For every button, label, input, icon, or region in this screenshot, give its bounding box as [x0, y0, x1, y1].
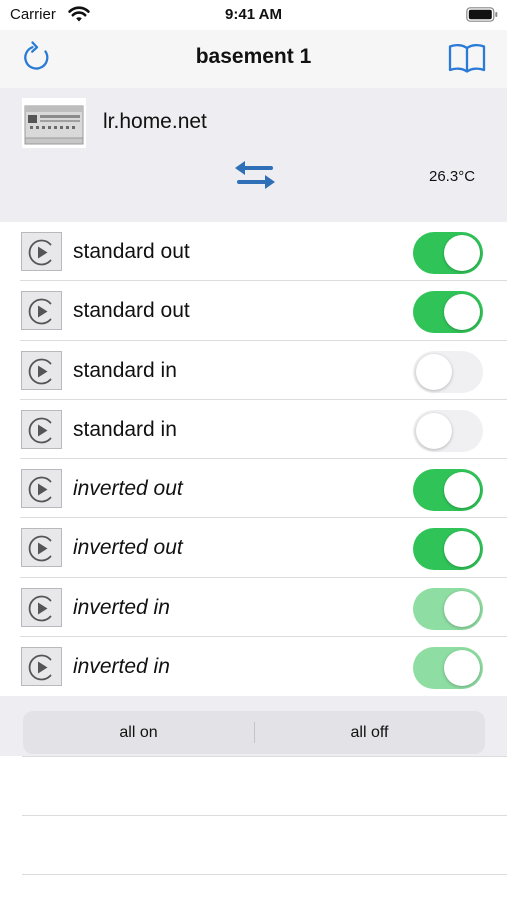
- switch-label: inverted out: [73, 536, 183, 560]
- play-circle-icon: [28, 358, 52, 384]
- all-off-button[interactable]: all off: [254, 711, 485, 754]
- switch-list: standard out standard out standard in stand…: [0, 222, 507, 696]
- play-circle-icon: [28, 595, 52, 622]
- switch-row: inverted in: [20, 637, 507, 696]
- switch-toggle[interactable]: [413, 647, 483, 690]
- play-button[interactable]: [21, 232, 62, 271]
- switch-knob: [444, 472, 480, 509]
- switch-row: inverted out: [20, 518, 507, 578]
- temperature-readout: 26.3°C: [429, 168, 476, 185]
- clock: 9:41 AM: [225, 6, 282, 23]
- switch-toggle[interactable]: [413, 409, 483, 452]
- switch-row: inverted in: [20, 578, 507, 638]
- switch-toggle[interactable]: [413, 291, 483, 334]
- switch-label: standard out: [73, 240, 190, 263]
- list-separator: [22, 815, 507, 816]
- switch-row: standard out: [20, 281, 507, 341]
- connection-arrows-icon: [235, 161, 275, 189]
- device-host: lr.home.net: [103, 110, 207, 133]
- play-circle-icon: [28, 476, 52, 503]
- play-button[interactable]: [21, 528, 62, 568]
- switch-label: standard in: [73, 358, 177, 382]
- play-circle-icon: [28, 654, 52, 681]
- switch-row: standard in: [20, 341, 507, 400]
- play-button[interactable]: [21, 409, 62, 449]
- all-on-button[interactable]: all on: [23, 711, 254, 754]
- switch-knob: [444, 650, 480, 687]
- switch-knob: [444, 590, 480, 627]
- play-circle-icon: [28, 536, 52, 562]
- switch-toggle[interactable]: [413, 469, 483, 512]
- footer-bar: all on all off: [0, 696, 507, 756]
- switch-knob: [416, 412, 452, 449]
- switch-row: standard in: [20, 400, 507, 460]
- navigation-bar: basement 1: [0, 30, 507, 88]
- play-button[interactable]: [21, 587, 62, 627]
- switch-label: inverted out: [73, 477, 183, 501]
- switch-knob: [416, 353, 452, 390]
- play-button[interactable]: [21, 350, 62, 390]
- play-circle-icon: [28, 298, 52, 325]
- device-image: [22, 98, 86, 148]
- switch-label: inverted in: [73, 595, 170, 619]
- switch-toggle[interactable]: [413, 232, 483, 274]
- switch-label: inverted in: [73, 655, 170, 679]
- battery-icon: [466, 7, 498, 22]
- page-title: basement 1: [195, 45, 312, 68]
- switch-toggle[interactable]: [413, 587, 483, 630]
- device-header: lr.home.net 26.3°C: [0, 88, 507, 222]
- switch-row: inverted out: [20, 459, 507, 519]
- book-icon[interactable]: [447, 42, 487, 74]
- switch-label: standard in: [73, 417, 177, 441]
- play-button[interactable]: [21, 469, 62, 509]
- switch-knob: [444, 531, 480, 568]
- play-button[interactable]: [21, 291, 62, 331]
- switch-toggle[interactable]: [413, 350, 483, 393]
- switch-label: standard out: [73, 299, 190, 323]
- status-bar: Carrier 9:41 AM: [0, 0, 507, 30]
- switch-knob: [444, 235, 480, 271]
- switch-toggle[interactable]: [413, 528, 483, 571]
- play-circle-icon: [28, 239, 52, 266]
- switch-knob: [444, 294, 480, 331]
- list-separator: [22, 756, 507, 757]
- play-circle-icon: [28, 417, 52, 444]
- play-button[interactable]: [21, 647, 62, 687]
- switch-row: standard out: [20, 222, 507, 282]
- list-separator: [22, 874, 507, 875]
- all-toggle-segmented-control: all on all off: [23, 711, 485, 754]
